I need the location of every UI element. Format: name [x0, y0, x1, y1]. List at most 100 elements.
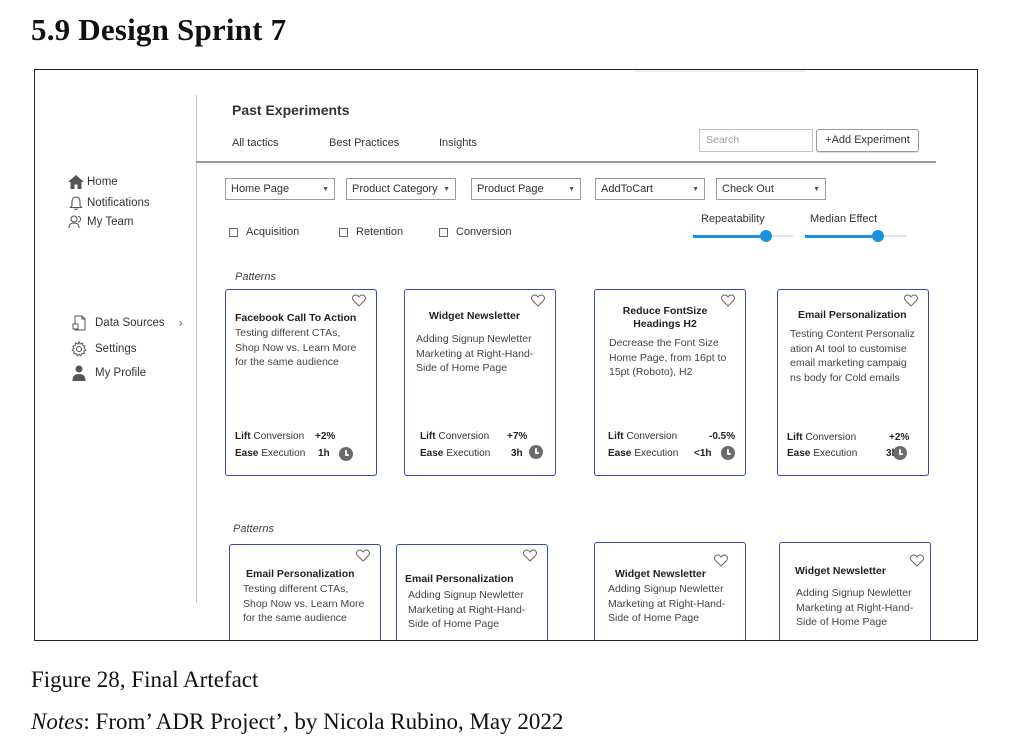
lift-metric: Lift Conversion -0.5%: [608, 431, 736, 442]
sidebar-divider: [196, 95, 197, 603]
card-description: Testing Content Personaliz ation AI tool…: [790, 328, 915, 384]
checkbox-label: Conversion: [456, 226, 512, 238]
tab-all-tactics[interactable]: All tactics: [232, 137, 278, 149]
filter-dropdown-home-page[interactable]: Home Page ▼: [225, 178, 335, 200]
lift-metric: Lift Conversion +7%: [420, 431, 528, 442]
card-description: Adding Signup Newletter Marketing at Rig…: [608, 583, 726, 624]
card-description: Adding Signup Newletter Marketing at Rig…: [416, 333, 534, 374]
sidebar-item-my-profile[interactable]: My Profile: [67, 365, 146, 381]
chevron-down-icon: ▼: [443, 185, 450, 193]
dropdown-value: Product Category: [352, 183, 438, 195]
checkbox-box[interactable]: [339, 227, 348, 237]
heart-icon[interactable]: [721, 294, 735, 307]
notes-label: Notes: [31, 709, 84, 734]
ease-metric: Ease Execution 3h: [420, 448, 523, 459]
sidebar-item-data-sources[interactable]: Data Sources ›: [67, 315, 183, 331]
sidebar-item-my-team[interactable]: My Team: [67, 214, 133, 230]
median-effect-slider-fill: [805, 235, 879, 238]
filter-dropdown-addtocart[interactable]: AddToCart ▼: [595, 178, 705, 200]
dropdown-value: Home Page: [231, 183, 290, 195]
card-description: Adding Signup Newletter Marketing at Rig…: [796, 587, 914, 628]
filter-dropdown-product-category[interactable]: Product Category ▼: [346, 178, 456, 200]
tab-insights[interactable]: Insights: [439, 137, 477, 149]
card-title: Widget Newsletter: [429, 310, 520, 322]
card-title: Facebook Call To Action: [235, 312, 357, 324]
card-description: Testing different CTAs, Shop Now vs. Lea…: [235, 327, 357, 368]
lift-metric: Lift Conversion +2%: [787, 432, 910, 443]
median-effect-slider-thumb[interactable]: [872, 230, 885, 242]
figure-caption: Figure 28, Final Artefact: [31, 667, 259, 692]
heart-icon[interactable]: [904, 294, 918, 307]
header-divider: [196, 161, 936, 163]
add-experiment-button[interactable]: +Add Experiment: [816, 129, 919, 152]
heart-icon[interactable]: [356, 549, 370, 562]
sidebar-item-label: Notifications: [87, 197, 150, 209]
repeatability-slider-fill: [693, 235, 766, 238]
dropdown-value: Check Out: [722, 183, 774, 195]
card-title: Widget Newsletter: [615, 568, 706, 580]
clock-icon: [529, 445, 543, 459]
sidebar-item-notifications[interactable]: Notifications: [67, 195, 150, 211]
team-icon: [67, 214, 85, 230]
checkbox-label: Retention: [356, 226, 404, 238]
sidebar-item-label: My Team: [87, 216, 134, 228]
experiment-card[interactable]: Reduce FontSize Headings H2 Decrease the…: [594, 289, 746, 476]
chevron-right-icon[interactable]: ›: [179, 316, 183, 330]
clock-icon: [721, 446, 735, 460]
card-title: Widget Newsletter: [795, 565, 886, 577]
card-description: Testing different CTAs, Shop Now vs. Lea…: [243, 583, 365, 624]
home-icon: [67, 174, 85, 190]
checkbox-box[interactable]: [439, 227, 448, 237]
page-title: Past Experiments: [232, 102, 350, 118]
experiment-card[interactable]: Email Personalization Adding Signup Newl…: [396, 544, 548, 640]
dropdown-value: Product Page: [477, 183, 544, 195]
repeatability-label: Repeatability: [701, 213, 765, 225]
experiment-card[interactable]: Widget Newsletter Adding Signup Newlette…: [594, 542, 746, 640]
lift-metric: Lift Conversion +2%: [235, 431, 336, 442]
heart-icon[interactable]: [352, 294, 366, 307]
data-sources-icon: [67, 315, 91, 331]
filter-dropdown-product-page[interactable]: Product Page ▼: [471, 178, 581, 200]
median-effect-label: Median Effect: [810, 213, 878, 225]
heart-icon[interactable]: [714, 554, 728, 567]
experiment-card[interactable]: Email Personalization Testing Content Pe…: [777, 289, 929, 476]
section-label-patterns: Patterns: [233, 523, 274, 535]
experiment-card[interactable]: Widget Newsletter Adding Signup Newlette…: [404, 289, 556, 476]
chevron-down-icon: ▼: [568, 185, 575, 193]
heart-icon[interactable]: [523, 549, 537, 562]
heart-icon[interactable]: [910, 554, 924, 567]
checkbox-retention[interactable]: Retention: [339, 226, 403, 238]
dropdown-value: AddToCart: [601, 183, 653, 195]
tab-best-practices[interactable]: Best Practices: [329, 137, 399, 149]
sidebar-item-label: Data Sources: [95, 317, 165, 329]
gear-icon: [67, 341, 91, 357]
repeatability-slider-thumb[interactable]: [760, 230, 772, 242]
checkbox-box[interactable]: [229, 227, 238, 237]
filter-dropdown-check-out[interactable]: Check Out ▼: [716, 178, 826, 200]
card-description: Adding Signup Newletter Marketing at Rig…: [408, 589, 526, 630]
experiment-card[interactable]: Widget Newsletter Adding Signup Newlette…: [779, 542, 931, 640]
sidebar-item-label: My Profile: [95, 367, 147, 379]
document-heading: 5.9 Design Sprint 7: [31, 12, 287, 47]
sidebar-item-home[interactable]: Home: [67, 174, 118, 190]
chevron-down-icon: ▼: [322, 185, 329, 193]
search-input[interactable]: Search: [699, 129, 813, 152]
card-title: Email Personalization: [798, 309, 907, 321]
card-title: Email Personalization: [405, 573, 514, 585]
experiment-card[interactable]: Email Personalization Testing different …: [229, 544, 381, 640]
sidebar-item-label: Settings: [95, 343, 137, 355]
checkbox-label: Acquisition: [246, 226, 300, 238]
clock-icon: [893, 446, 907, 460]
experiment-card[interactable]: Facebook Call To Action Testing differen…: [225, 289, 377, 476]
section-label-patterns: Patterns: [235, 271, 276, 283]
chevron-down-icon: ▼: [692, 185, 699, 193]
bell-icon: [67, 195, 85, 211]
checkbox-conversion[interactable]: Conversion: [439, 226, 512, 238]
heart-icon[interactable]: [531, 294, 545, 307]
person-icon: [67, 365, 91, 381]
sidebar-item-settings[interactable]: Settings: [67, 341, 137, 357]
card-title: Email Personalization: [246, 568, 355, 580]
figure-notes: Notes: From’ ADR Project’, by Nicola Rub…: [31, 709, 563, 735]
notes-text: : From’ ADR Project’, by Nicola Rubino, …: [83, 709, 564, 734]
checkbox-acquisition[interactable]: Acquisition: [229, 226, 299, 238]
